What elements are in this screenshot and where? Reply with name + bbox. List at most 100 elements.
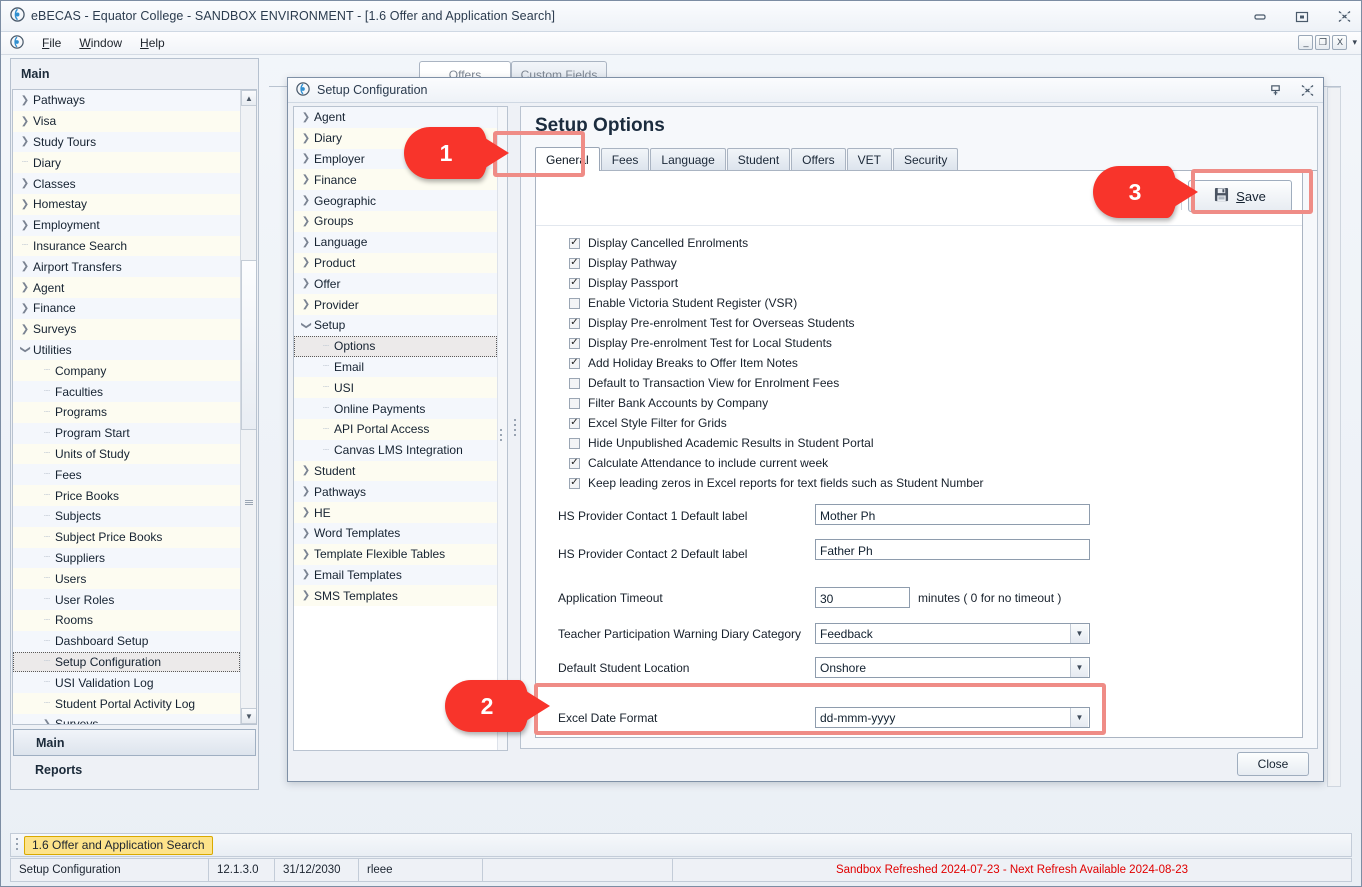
pin-icon[interactable] xyxy=(1269,84,1282,97)
scroll-thumb[interactable] xyxy=(241,260,257,430)
checkbox-checked-icon[interactable] xyxy=(569,418,580,429)
taskbar-button-offer-search[interactable]: 1.6 Offer and Application Search xyxy=(24,836,213,855)
nav-tree-item-subject-price-books[interactable]: ┈Subject Price Books xyxy=(13,527,240,548)
nav-tree-item-units-of-study[interactable]: ┈Units of Study xyxy=(13,444,240,465)
chevron-right-icon[interactable]: ❯ xyxy=(300,569,312,580)
chevron-right-icon[interactable]: ❯ xyxy=(300,257,312,268)
nav-tree-item-setup-configuration[interactable]: ┈Setup Configuration xyxy=(13,652,240,673)
checkbox-row[interactable]: Display Passport xyxy=(569,273,984,293)
chevron-right-icon[interactable]: ❯ xyxy=(19,95,31,106)
dialog-close-button[interactable]: Close xyxy=(1237,752,1309,776)
maximize-icon[interactable] xyxy=(1291,7,1313,27)
chevron-right-icon[interactable]: ❯ xyxy=(300,590,312,601)
nav-tree-item-insurance-search[interactable]: ┈Insurance Search xyxy=(13,236,240,257)
chevron-right-icon[interactable]: ❯ xyxy=(19,199,31,210)
checkbox-row[interactable]: Add Holiday Breaks to Offer Item Notes xyxy=(569,353,984,373)
chevron-right-icon[interactable]: ❯ xyxy=(300,486,312,497)
setup-tree-item-sms-templates[interactable]: ❯SMS Templates xyxy=(294,585,497,606)
chevron-right-icon[interactable]: ❯ xyxy=(300,195,312,206)
menu-item-window[interactable]: Window xyxy=(70,34,131,52)
checkbox-row[interactable]: Display Pre-enrolment Test for Local Stu… xyxy=(569,333,984,353)
tab-language[interactable]: Language xyxy=(650,148,725,170)
setup-tree-item-email-templates[interactable]: ❯Email Templates xyxy=(294,565,497,586)
setup-tree-item-geographic[interactable]: ❯Geographic xyxy=(294,190,497,211)
nav-tree-item-agent[interactable]: ❯Agent xyxy=(13,277,240,298)
checkbox-unchecked-icon[interactable] xyxy=(569,298,580,309)
mdi-close-button[interactable]: X xyxy=(1332,35,1347,50)
checkbox-row[interactable]: Calculate Attendance to include current … xyxy=(569,453,984,473)
chevron-down-icon[interactable]: ▼ xyxy=(1070,708,1088,727)
hs-provider-contact-2-input[interactable]: Father Ph xyxy=(815,539,1090,560)
nav-tree-item-programs[interactable]: ┈Programs xyxy=(13,402,240,423)
nav-tree-item-visa[interactable]: ❯Visa xyxy=(13,111,240,132)
checkbox-row[interactable]: Display Pre-enrolment Test for Overseas … xyxy=(569,313,984,333)
nav-tree-item-student-portal-activity-log[interactable]: ┈Student Portal Activity Log xyxy=(13,693,240,714)
chevron-right-icon[interactable]: ❯ xyxy=(19,220,31,231)
nav-tree-item-usi-validation-log[interactable]: ┈USI Validation Log xyxy=(13,672,240,693)
nav-tree-item-airport-transfers[interactable]: ❯Airport Transfers xyxy=(13,256,240,277)
nav-tree-item-diary[interactable]: ┈Diary xyxy=(13,152,240,173)
scroll-up-arrow-icon[interactable]: ▲ xyxy=(241,90,257,106)
chevron-right-icon[interactable]: ❯ xyxy=(19,116,31,127)
nav-tree-item-suppliers[interactable]: ┈Suppliers xyxy=(13,548,240,569)
setup-tree-item-api-portal-access[interactable]: ┈API Portal Access xyxy=(294,419,497,440)
chevron-down-icon[interactable]: ❯ xyxy=(20,344,31,356)
chevron-right-icon[interactable]: ❯ xyxy=(300,528,312,539)
chevron-right-icon[interactable]: ❯ xyxy=(19,178,31,189)
checkbox-row[interactable]: Display Cancelled Enrolments xyxy=(569,233,984,253)
setup-tree-item-pathways[interactable]: ❯Pathways xyxy=(294,481,497,502)
chevron-right-icon[interactable]: ❯ xyxy=(300,153,312,164)
checkbox-checked-icon[interactable] xyxy=(569,238,580,249)
setup-tree-item-provider[interactable]: ❯Provider xyxy=(294,294,497,315)
setup-tree-item-online-payments[interactable]: ┈Online Payments xyxy=(294,398,497,419)
mdi-menu-caret-icon[interactable]: ▾ xyxy=(1352,37,1357,48)
scroll-down-arrow-icon[interactable]: ▼ xyxy=(241,708,257,724)
nav-tree-item-employment[interactable]: ❯Employment xyxy=(13,215,240,236)
checkbox-row[interactable]: Excel Style Filter for Grids xyxy=(569,413,984,433)
chevron-right-icon[interactable]: ❯ xyxy=(19,261,31,272)
checkbox-row[interactable]: Keep leading zeros in Excel reports for … xyxy=(569,473,984,493)
nav-tree-item-users[interactable]: ┈Users xyxy=(13,568,240,589)
chevron-right-icon[interactable]: ❯ xyxy=(300,174,312,185)
setup-tree-item-product[interactable]: ❯Product xyxy=(294,253,497,274)
checkbox-row[interactable]: Filter Bank Accounts by Company xyxy=(569,393,984,413)
nav-tree-item-rooms[interactable]: ┈Rooms xyxy=(13,610,240,631)
setup-tree-item-groups[interactable]: ❯Groups xyxy=(294,211,497,232)
hs-provider-contact-1-input[interactable]: Mother Ph xyxy=(815,504,1090,525)
application-timeout-input[interactable]: 30 xyxy=(815,587,910,608)
checkbox-row[interactable]: Default to Transaction View for Enrolmen… xyxy=(569,373,984,393)
minimize-icon[interactable] xyxy=(1249,7,1271,27)
checkbox-unchecked-icon[interactable] xyxy=(569,438,580,449)
close-icon[interactable] xyxy=(1333,7,1355,27)
nav-tree-item-price-books[interactable]: ┈Price Books xyxy=(13,485,240,506)
chevron-down-icon[interactable]: ▼ xyxy=(1070,624,1088,643)
menu-item-help[interactable]: Help xyxy=(131,34,174,52)
setup-tree-item-usi[interactable]: ┈USI xyxy=(294,377,497,398)
chevron-down-icon[interactable]: ❯ xyxy=(301,319,312,331)
setup-tree-item-setup[interactable]: ❯Setup xyxy=(294,315,497,336)
chevron-right-icon[interactable]: ❯ xyxy=(19,303,31,314)
chevron-right-icon[interactable]: ❯ xyxy=(300,549,312,560)
app-menu-icon[interactable] xyxy=(10,35,24,52)
nav-tree-item-fees[interactable]: ┈Fees xyxy=(13,464,240,485)
nav-tree-item-dashboard-setup[interactable]: ┈Dashboard Setup xyxy=(13,631,240,652)
nav-tree-item-pathways[interactable]: ❯Pathways xyxy=(13,90,240,111)
save-button[interactable]: Save xyxy=(1188,180,1292,212)
chevron-right-icon[interactable]: ❯ xyxy=(300,112,312,123)
dialog-splitter[interactable] xyxy=(510,106,520,751)
mdi-minimize-button[interactable]: _ xyxy=(1298,35,1313,50)
nav-tree-item-surveys[interactable]: ❯Surveys xyxy=(13,714,240,724)
excel-date-format-combobox[interactable]: dd-mmm-yyyy▼ xyxy=(815,707,1090,728)
chevron-right-icon[interactable]: ❯ xyxy=(19,136,31,147)
checkbox-checked-icon[interactable] xyxy=(569,338,580,349)
nav-tree-item-utilities[interactable]: ❯Utilities xyxy=(13,340,240,361)
chevron-right-icon[interactable]: ❯ xyxy=(19,324,31,335)
nav-tree-item-surveys[interactable]: ❯Surveys xyxy=(13,319,240,340)
checkbox-row[interactable]: Enable Victoria Student Register (VSR) xyxy=(569,293,984,313)
mdi-restore-button[interactable]: ❐ xyxy=(1315,35,1330,50)
chevron-right-icon[interactable]: ❯ xyxy=(300,216,312,227)
dialog-close-icon[interactable] xyxy=(1300,84,1315,97)
chevron-right-icon[interactable]: ❯ xyxy=(300,465,312,476)
setup-tree-item-he[interactable]: ❯HE xyxy=(294,502,497,523)
chevron-right-icon[interactable]: ❯ xyxy=(300,507,312,518)
